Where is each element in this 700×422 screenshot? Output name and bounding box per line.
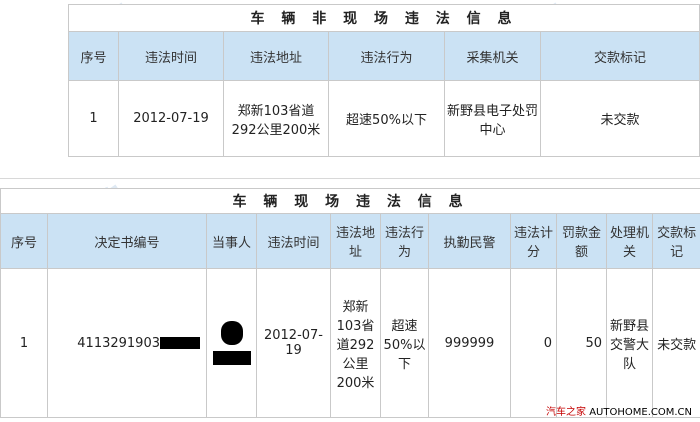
table-cell: 超速50%以下 <box>328 80 445 157</box>
table-cell: 2012-07-19 <box>256 268 331 418</box>
redaction-mark <box>220 321 243 345</box>
column-header: 序号 <box>0 213 48 269</box>
table-cell: 郑新103省道292公里200米 <box>330 268 381 418</box>
table-row: 1 4113291903 2012-07-19 郑新103省道292公里200米… <box>0 268 700 418</box>
column-header: 交款标记 <box>539 31 700 81</box>
column-header: 采集机关 <box>444 31 541 81</box>
table-cell: 1 <box>0 268 48 418</box>
column-header: 罚款金额 <box>556 213 607 269</box>
table-cell: 郑新103省道292公里200米 <box>223 80 329 157</box>
column-header: 违法时间 <box>118 31 224 81</box>
table-cell: 999999 <box>428 268 511 418</box>
column-header: 违法时间 <box>256 213 331 269</box>
column-header: 执勤民警 <box>428 213 511 269</box>
decision-number: 4113291903 <box>77 335 160 351</box>
redaction-mark <box>160 337 200 349</box>
non-onsite-violation-table: 车 辆 非 现 场 违 法 信 息 序号 违法时间 违法地址 违法行为 采集机关… <box>67 4 700 157</box>
column-header: 违法行为 <box>328 31 445 81</box>
column-header: 违法计分 <box>510 213 557 269</box>
credit-en: AUTOHOME.COM.CN <box>589 407 692 418</box>
table-title: 车 辆 非 现 场 违 法 信 息 <box>67 4 700 32</box>
table-cell: 未交款 <box>539 80 700 157</box>
credit-cn: 汽车之家 <box>546 407 587 418</box>
column-header: 违法地址 <box>330 213 381 269</box>
onsite-violation-table: 车 辆 现 场 违 法 信 息 序号 决定书编号 当事人 违法时间 违法地址 违… <box>0 188 700 418</box>
table-cell: 超速50%以下 <box>380 268 429 418</box>
table-cell: 50 <box>556 268 607 418</box>
table-cell: 新野县电子处罚中心 <box>444 80 541 157</box>
table-cell: 0 <box>510 268 557 418</box>
table-cell: 未交款 <box>651 268 700 418</box>
column-header: 决定书编号 <box>47 213 207 269</box>
source-credit: 汽车之家 AUTOHOME.COM.CN <box>546 403 692 418</box>
table-cell: 2012-07-19 <box>118 80 224 157</box>
divider <box>0 178 700 179</box>
table-cell: 新野县交警大队 <box>606 268 653 418</box>
column-header: 交款标记 <box>651 213 700 269</box>
column-header: 违法行为 <box>380 213 429 269</box>
column-header: 当事人 <box>206 213 257 269</box>
column-header: 序号 <box>68 31 119 81</box>
decision-number-cell: 4113291903 <box>47 268 207 418</box>
column-header: 违法地址 <box>223 31 329 81</box>
table-row: 1 2012-07-19 郑新103省道292公里200米 超速50%以下 新野… <box>68 80 700 157</box>
table-cell: 1 <box>68 80 119 157</box>
party-cell <box>206 268 257 418</box>
column-header: 处理机关 <box>606 213 653 269</box>
redaction-mark <box>212 351 251 365</box>
table-title: 车 辆 现 场 违 法 信 息 <box>0 188 700 214</box>
